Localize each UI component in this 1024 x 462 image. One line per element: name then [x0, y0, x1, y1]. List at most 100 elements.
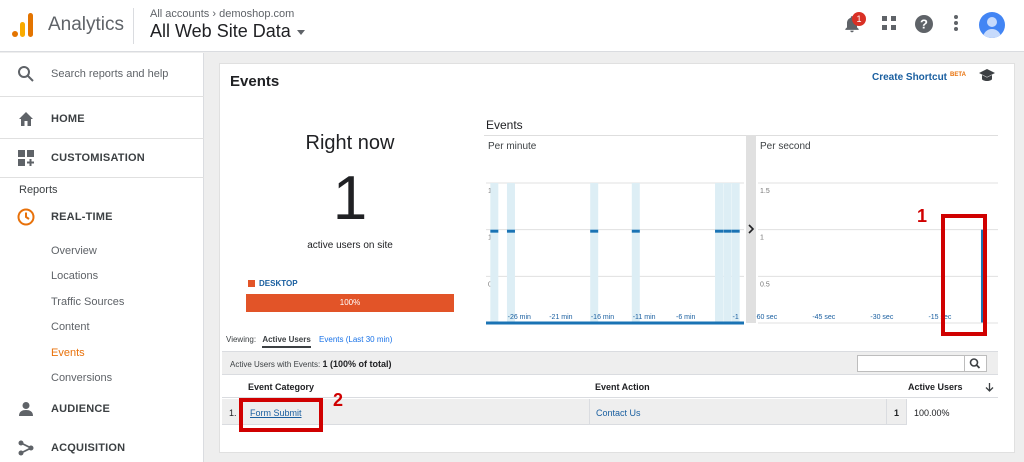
chart-divider-strip — [746, 135, 756, 323]
chart-bar-cap — [631, 229, 640, 233]
annotation-highlight-box — [941, 214, 987, 336]
device-share-bar: 100% — [246, 294, 454, 312]
sidebar-item-home[interactable]: HOME — [0, 100, 204, 138]
page-title: Events — [230, 73, 280, 90]
search-icon — [18, 66, 34, 82]
right-now-title: Right now — [305, 132, 395, 154]
sidebar-subitem-locations[interactable]: Locations — [51, 270, 98, 282]
chart-x-tick: -26 min — [508, 314, 531, 321]
tab-active-users[interactable]: Active Users — [262, 335, 311, 348]
sidebar-subitem-conversions[interactable]: Conversions — [51, 372, 112, 384]
column-header-event-action[interactable]: Event Action — [595, 382, 650, 392]
chart-x-tick: -11 min — [633, 314, 656, 321]
analytics-logo-icon[interactable] — [12, 13, 34, 37]
more-vert-icon[interactable] — [945, 14, 967, 36]
chart-y-tick: 0.5 — [760, 281, 770, 288]
chart-title: Events — [486, 118, 523, 132]
sidebar-item-label: ACQUISITION — [51, 442, 126, 454]
chart-bar-cap — [715, 229, 724, 233]
create-shortcut-label: Create Shortcut — [872, 72, 948, 83]
sort-arrow-down-icon[interactable] — [985, 382, 994, 392]
search-icon — [969, 358, 981, 369]
chart-x-tick: -1 — [733, 314, 739, 321]
chart-panel-title: Per second — [760, 141, 811, 152]
graduation-cap-icon[interactable] — [978, 68, 996, 82]
chart-bar-cap — [506, 229, 515, 233]
sidebar-item-label: REAL-TIME — [51, 211, 113, 223]
viewing-label: Viewing: — [226, 335, 257, 344]
sidebar-subitem-overview[interactable]: Overview — [51, 245, 97, 257]
create-shortcut-link[interactable]: Create Shortcut BETA — [872, 72, 966, 83]
chart-x-tick: -60 sec — [754, 314, 777, 321]
acquisition-icon — [18, 440, 34, 456]
beta-badge: BETA — [950, 72, 966, 78]
column-header-active-users[interactable]: Active Users — [908, 382, 963, 392]
viewing-tabs: Viewing: Active Users Events (Last 30 mi… — [226, 335, 392, 348]
annotation-highlight-box — [239, 398, 323, 432]
chart-bar-background — [723, 183, 732, 323]
help-icon[interactable]: ? — [913, 14, 935, 36]
sidebar-item-label: HOME — [51, 113, 85, 125]
column-divider — [886, 399, 887, 425]
chart-y-tick: 1 — [760, 235, 764, 242]
chart-x-tick: -16 min — [591, 314, 614, 321]
active-users-count: 1 — [332, 164, 368, 233]
tab-events-last-30[interactable]: Events (Last 30 min) — [319, 335, 392, 344]
summary-text: Active Users with Events: 1 (100% of tot… — [230, 359, 392, 369]
chart-bar-background — [490, 183, 499, 323]
event-action-link[interactable]: Contact Us — [596, 408, 641, 418]
table-search-input[interactable] — [857, 355, 965, 372]
chart-bar-cap — [723, 229, 732, 233]
divider — [0, 177, 204, 178]
header-divider — [133, 8, 134, 44]
sidebar-search[interactable]: Search reports and help — [0, 53, 204, 97]
legend-swatch — [248, 280, 255, 287]
annotation-number: 1 — [917, 206, 928, 226]
row-index: 1. — [229, 408, 237, 418]
events-panel: Events Create Shortcut BETA Right now 1 a… — [219, 63, 1015, 453]
clock-icon — [17, 208, 35, 226]
device-name: DESKTOP — [259, 279, 298, 288]
top-header: Analytics All accounts › demoshop.com Al… — [0, 0, 1024, 52]
svg-text:?: ? — [920, 17, 928, 32]
chart-panel-title: Per minute — [488, 141, 537, 152]
account-avatar[interactable] — [979, 12, 1005, 38]
chart-x-tick: -30 sec — [870, 314, 893, 321]
active-users-caption: active users on site — [307, 240, 393, 251]
sidebar-item-acquisition[interactable]: ACQUISITION — [0, 429, 204, 462]
apps-grid-icon[interactable] — [878, 14, 900, 36]
device-legend: DESKTOP — [248, 279, 298, 288]
column-header-event-category[interactable]: Event Category — [248, 382, 314, 392]
account-crumb: All accounts — [150, 8, 210, 20]
sidebar-subitem-content[interactable]: Content — [51, 321, 90, 333]
chart-bar-background — [590, 183, 599, 323]
reports-section-label: Reports — [19, 184, 58, 196]
chart-bar-background — [506, 183, 515, 323]
chart-x-tick: -21 min — [549, 314, 572, 321]
chart-y-tick: 1.5 — [760, 188, 770, 195]
chart-bar-background — [731, 183, 740, 323]
customisation-icon — [18, 150, 34, 166]
person-icon — [19, 402, 33, 416]
app-title: Analytics — [48, 14, 125, 35]
view-selector[interactable]: All Web Site Data — [150, 21, 305, 42]
summary-bar: Active Users with Events: 1 (100% of tot… — [222, 351, 998, 375]
chart-bar-cap — [590, 229, 599, 233]
sidebar-subitem-events[interactable]: Events — [51, 347, 85, 359]
sidebar-item-audience[interactable]: AUDIENCE — [0, 390, 204, 428]
column-divider — [589, 399, 590, 425]
search-placeholder: Search reports and help — [51, 68, 169, 80]
summary-label: Active Users with Events: — [230, 360, 321, 369]
sidebar-item-realtime[interactable]: REAL-TIME — [0, 198, 204, 236]
account-breadcrumb[interactable]: All accounts › demoshop.com — [150, 8, 294, 20]
active-users-value: 1 — [894, 408, 900, 418]
sidebar-item-customisation[interactable]: CUSTOMISATION — [0, 139, 204, 177]
summary-value: 1 (100% of total) — [322, 359, 392, 369]
sidebar-subitem-traffic-sources[interactable]: Traffic Sources — [51, 296, 124, 308]
table-search-button[interactable] — [965, 355, 987, 372]
home-icon — [19, 112, 33, 126]
annotation-number: 2 — [333, 390, 344, 410]
chart-bar-cap — [490, 229, 499, 233]
events-chart: Per minute1.51.00.5-26 min-21 min-16 min… — [484, 135, 998, 325]
view-name: All Web Site Data — [150, 21, 291, 41]
